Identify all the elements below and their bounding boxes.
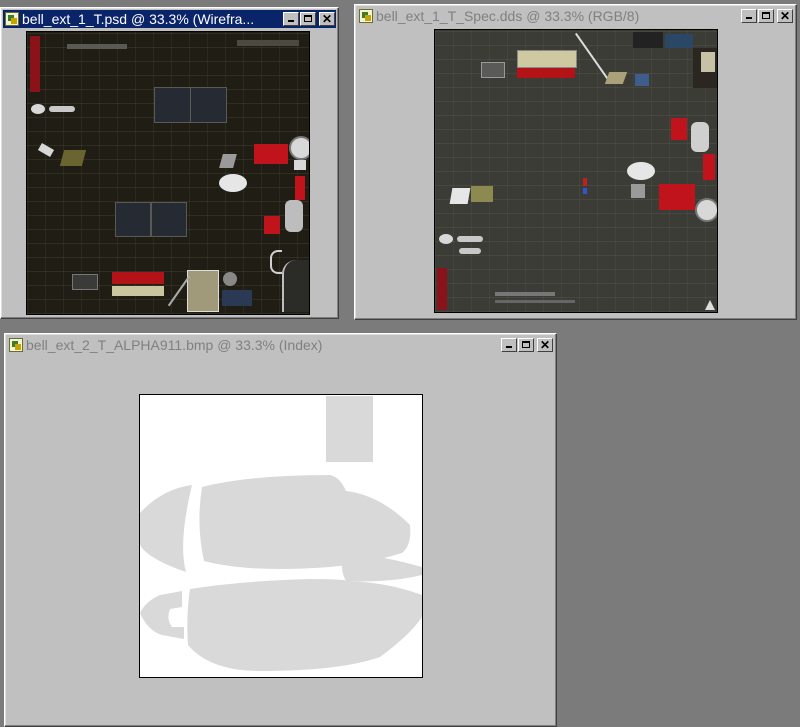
alpha-mask-shapes	[140, 396, 422, 671]
maximize-button[interactable]	[300, 12, 316, 26]
maximize-icon	[762, 12, 770, 19]
texture-detail	[439, 234, 453, 244]
red-part	[264, 216, 280, 234]
texture-panel	[237, 40, 299, 46]
texture-panel	[481, 62, 505, 78]
texture-detail	[627, 162, 655, 180]
psd-window-title: bell_ext_1_T.psd @ 33.3% (Wirefra...	[22, 11, 255, 27]
close-icon: ✕	[539, 338, 551, 352]
texture-detail	[583, 178, 587, 186]
spec-window-title: bell_ext_1_T_Spec.dds @ 33.3% (RGB/8)	[376, 8, 640, 24]
texture-light	[289, 136, 309, 160]
texture-light	[294, 160, 306, 170]
photoshop-document-icon	[9, 338, 23, 352]
texture-detail	[59, 150, 87, 166]
texture-detail	[223, 272, 237, 286]
maximize-icon	[522, 341, 530, 348]
minimize-icon	[506, 346, 512, 348]
alpha-document-window[interactable]: bell_ext_2_T_ALPHA911.bmp @ 33.3% (Index…	[4, 333, 557, 727]
texture-detail	[471, 186, 493, 202]
minimize-button[interactable]	[501, 338, 517, 352]
texture-decal-strip	[517, 68, 575, 78]
texture-detail	[691, 122, 709, 152]
alpha-mask-fuselage-upper	[140, 485, 192, 572]
texture-detail	[49, 106, 75, 112]
texture-panel	[701, 52, 715, 72]
texture-detail	[705, 300, 715, 310]
red-part	[295, 176, 305, 200]
red-part	[254, 144, 288, 164]
texture-panel	[635, 74, 649, 86]
texture-panel	[495, 300, 575, 303]
close-icon: ✕	[321, 12, 333, 26]
texture-panel	[495, 292, 555, 296]
texture-detail	[459, 248, 481, 254]
texture-window	[115, 202, 151, 237]
texture-detail	[219, 174, 247, 192]
texture-panel	[67, 44, 127, 49]
alpha-texture-canvas[interactable]	[139, 394, 423, 678]
close-button[interactable]: ✕	[319, 12, 335, 26]
texture-panel	[282, 260, 309, 312]
spec-texture-canvas[interactable]	[434, 29, 718, 313]
texture-decal-strip	[437, 268, 447, 310]
texture-light	[695, 198, 717, 222]
minimize-icon	[288, 20, 294, 22]
texture-decal-strip	[112, 272, 164, 284]
minimize-button[interactable]	[283, 12, 299, 26]
texture-detail	[285, 200, 303, 232]
texture-panel	[72, 274, 98, 290]
alpha-mask-fuselage-lower	[140, 579, 422, 671]
spec-window-titlebar[interactable]: bell_ext_1_T_Spec.dds @ 33.3% (RGB/8) ✕	[357, 7, 794, 25]
texture-panel	[187, 270, 219, 312]
texture-detail	[457, 236, 483, 242]
texture-detail	[31, 104, 45, 114]
red-part	[659, 184, 695, 210]
texture-panel	[633, 32, 663, 48]
maximize-icon	[304, 15, 312, 22]
close-button[interactable]: ✕	[537, 338, 553, 352]
texture-panel	[222, 290, 252, 306]
red-part	[671, 118, 687, 140]
maximize-button[interactable]	[518, 338, 534, 352]
minimize-button[interactable]	[741, 9, 757, 23]
photoshop-document-icon	[5, 12, 19, 26]
uv-overlay	[435, 30, 717, 312]
texture-window	[154, 87, 191, 123]
close-button[interactable]: ✕	[777, 9, 793, 23]
texture-detail	[270, 250, 282, 274]
texture-detail	[583, 188, 587, 194]
uv-wireframe-overlay	[27, 32, 309, 314]
alpha-window-titlebar[interactable]: bell_ext_2_T_ALPHA911.bmp @ 33.3% (Index…	[7, 336, 554, 354]
psd-texture-canvas[interactable]	[26, 31, 310, 315]
psd-document-window[interactable]: bell_ext_1_T.psd @ 33.3% (Wirefra... ✕	[0, 7, 339, 319]
spec-document-window[interactable]: bell_ext_1_T_Spec.dds @ 33.3% (RGB/8) ✕	[354, 4, 797, 320]
texture-window	[151, 202, 187, 237]
maximize-button[interactable]	[758, 9, 774, 23]
texture-panel	[665, 34, 693, 48]
texture-panel	[517, 50, 577, 68]
close-icon: ✕	[779, 9, 791, 23]
photoshop-document-icon	[359, 9, 373, 23]
texture-window	[190, 87, 227, 123]
alpha-mask-fuselage-body	[199, 475, 411, 569]
texture-decal-strip	[30, 36, 40, 92]
psd-window-titlebar[interactable]: bell_ext_1_T.psd @ 33.3% (Wirefra... ✕	[3, 10, 336, 28]
red-part	[703, 154, 715, 180]
alpha-window-title: bell_ext_2_T_ALPHA911.bmp @ 33.3% (Index…	[26, 337, 323, 353]
alpha-mask-rectangle	[326, 396, 373, 462]
texture-detail	[449, 188, 471, 204]
texture-detail	[631, 184, 645, 198]
texture-panel	[112, 286, 164, 296]
minimize-icon	[746, 17, 752, 19]
